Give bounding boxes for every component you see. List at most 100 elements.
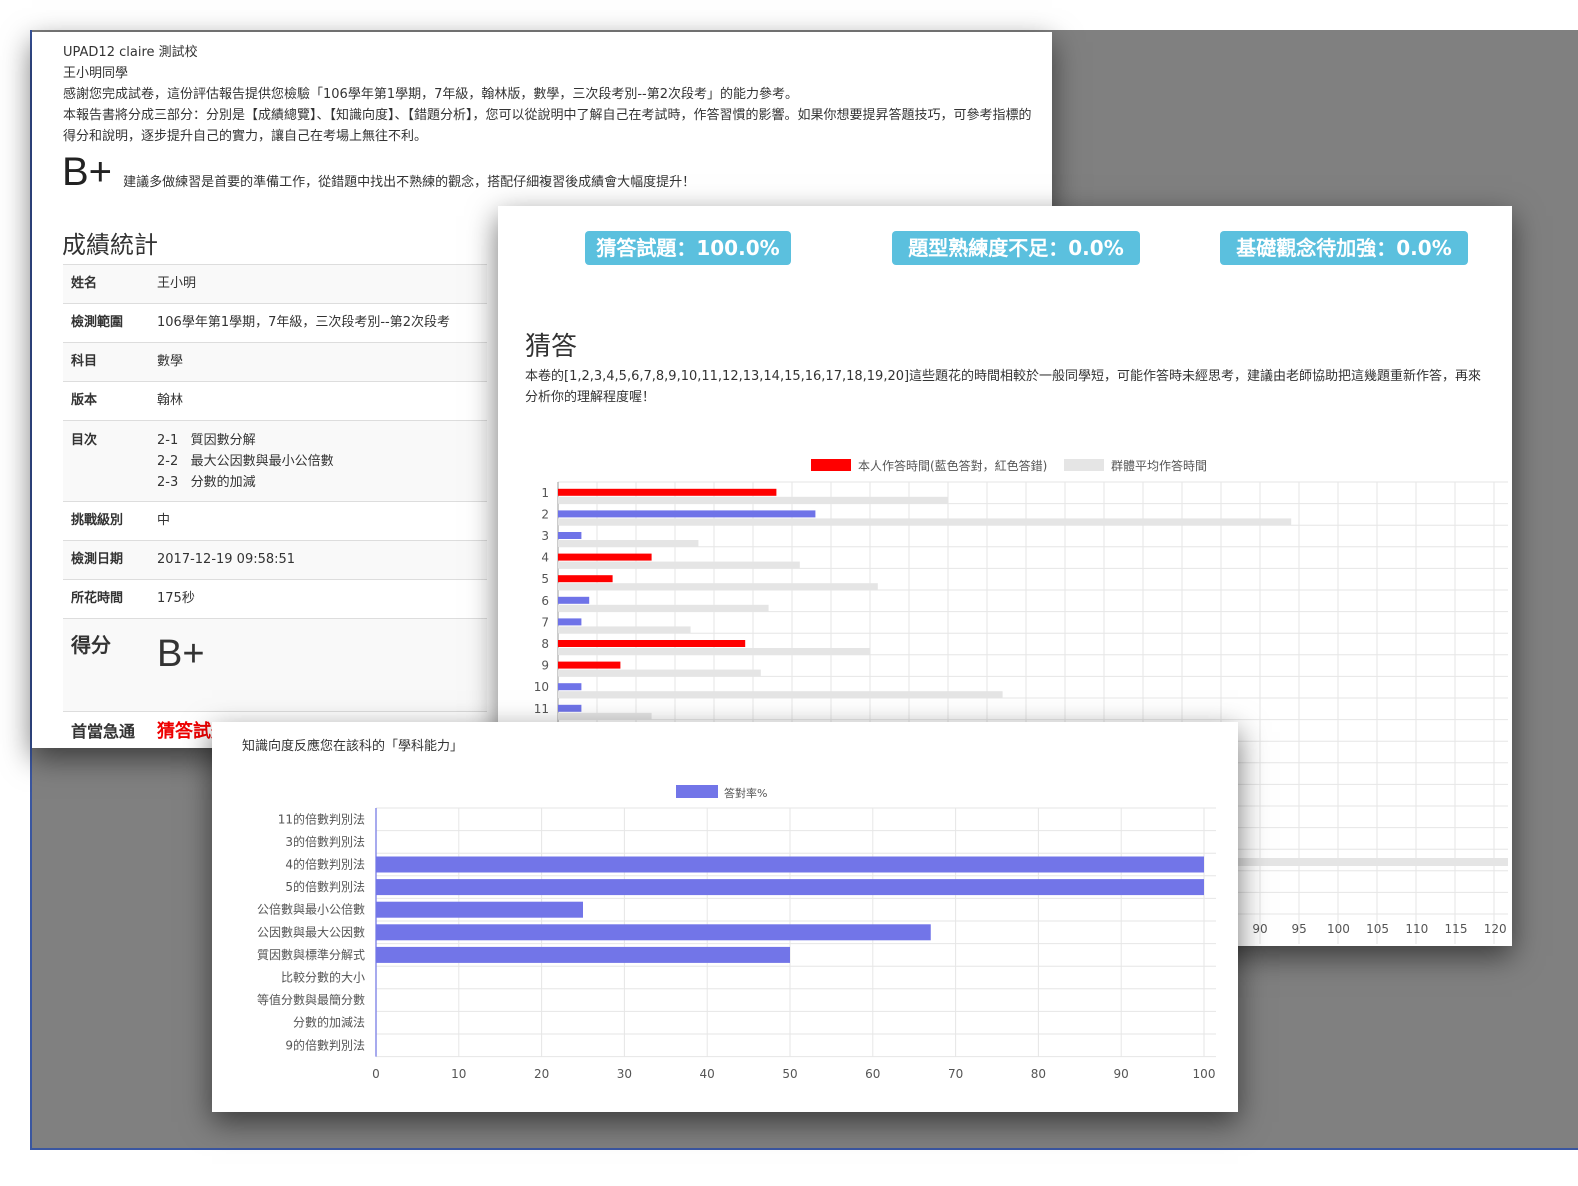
bar-own-time <box>558 532 582 539</box>
x-tick-label: 60 <box>865 1067 880 1081</box>
toc-title: 分數的加減 <box>190 475 256 490</box>
row-label: 首當急通 <box>63 711 149 748</box>
x-tick-label: 20 <box>534 1067 549 1081</box>
x-tick-label: 80 <box>1031 1067 1046 1081</box>
x-tick-label: 120 <box>1484 922 1507 936</box>
y-tick-label: 比較分數的大小 <box>281 970 365 985</box>
bar-average-time <box>558 691 1003 699</box>
toc-title: 最大公因數與最小公倍數 <box>190 454 334 469</box>
intro-text: 感謝您完成試卷，這份評估報告提供您檢驗「106學年第1學期，7年級，翰林版，數學… <box>63 87 799 102</box>
x-tick-label: 105 <box>1366 922 1389 936</box>
row-label: 挑戰級別 <box>63 501 149 541</box>
table-row: 得分 B+ <box>63 618 487 712</box>
bar-average-time <box>558 540 699 547</box>
bar-own-time <box>558 596 590 604</box>
table-row: 科目 數學 <box>63 342 487 382</box>
toc-num: 2-3 <box>157 475 179 490</box>
y-tick-label: 3 <box>541 529 549 543</box>
grade-summary: B+ 建議多做練習是首要的準備工作，從錯題中找出不熟練的觀念，搭配仔細複習後成績… <box>62 150 695 195</box>
bar-average-time <box>558 518 1292 526</box>
toc-item: 2-1 質因數分解 <box>157 430 479 451</box>
bar-correct-rate <box>376 901 583 918</box>
x-tick-label: 0 <box>372 1067 380 1081</box>
bar-correct-rate <box>376 946 790 963</box>
row-value: 106學年第1學期，7年級，三次段考別--第2次段考 <box>149 303 487 343</box>
x-tick-label: 30 <box>617 1067 632 1081</box>
table-row: 檢測範圍 106學年第1學期，7年級，三次段考別--第2次段考 <box>63 303 487 343</box>
row-value: 王小明 <box>149 264 487 304</box>
y-tick-label: 10 <box>534 680 549 694</box>
table-row: 姓名 王小明 <box>63 264 487 304</box>
x-tick-label: 115 <box>1445 922 1468 936</box>
table-row: 挑戰級別 中 <box>63 501 487 541</box>
legend-swatch <box>676 785 718 798</box>
grade-note: 建議多做練習是首要的準備工作，從錯題中找出不熟練的觀念，搭配仔細複習後成績會大幅… <box>123 175 696 190</box>
row-label: 姓名 <box>63 264 149 304</box>
bar-average-time <box>558 648 870 655</box>
stats-table: 姓名 王小明 檢測範圍 106學年第1學期，7年級，三次段考別--第2次段考 科… <box>63 264 487 748</box>
x-tick-label: 70 <box>948 1067 963 1081</box>
row-value: 175秒 <box>149 579 487 619</box>
bar-own-time <box>558 488 777 496</box>
bar-own-time <box>558 553 652 561</box>
x-tick-label: 40 <box>700 1067 715 1081</box>
y-tick-label: 分數的加減法 <box>293 1015 365 1030</box>
y-tick-label: 9的倍數判別法 <box>285 1037 365 1052</box>
y-tick-label: 等值分數與最簡分數 <box>257 992 365 1007</box>
legend-swatch-own <box>811 459 851 471</box>
x-tick-label: 100 <box>1193 1067 1216 1081</box>
bar-own-time <box>558 618 582 626</box>
legend-label-average: 群體平均作答時間 <box>1111 458 1207 473</box>
x-tick-label: 90 <box>1252 922 1267 936</box>
x-tick-label: 10 <box>451 1067 466 1081</box>
x-tick-label: 110 <box>1405 922 1428 936</box>
bar-own-time <box>558 683 582 691</box>
legend-swatch-average <box>1064 459 1104 471</box>
bar-average-time <box>558 669 761 677</box>
legend-label-own: 本人作答時間(藍色答對，紅色答錯) <box>858 458 1047 473</box>
y-tick-label: 11的倍數判別法 <box>278 811 365 826</box>
y-tick-label: 3的倍數判別法 <box>285 834 365 849</box>
bar-correct-rate <box>376 924 931 941</box>
intro-text-2: 本報告書將分成三部分：分別是【成績總覽】、【知識向度】、【錯題分析】，您可以從說… <box>63 108 1032 144</box>
toc-num: 2-2 <box>157 454 179 469</box>
bar-average-time <box>558 712 652 720</box>
bar-average-time <box>558 604 769 612</box>
y-tick-label: 6 <box>541 594 549 608</box>
grade-value: B+ <box>62 150 113 194</box>
knowledge-chart: 答對率% 0 10 20 30 40 50 60 70 80 90 100 11的倍數判別法 3的倍數判別… <box>257 785 1216 1081</box>
row-label: 檢測日期 <box>63 540 149 580</box>
y-tick-label: 4 <box>541 551 549 565</box>
table-row: 版本 翰林 <box>63 381 487 421</box>
y-tick-label: 2 <box>541 507 549 521</box>
y-tick-label: 公因數與最大公因數 <box>257 925 365 939</box>
report-header: UPAD12 claire 測試校 王小明同學 感謝您完成試卷，這份評估報告提供… <box>63 42 1038 147</box>
row-label: 得分 <box>63 618 149 712</box>
toc-title: 質因數分解 <box>190 433 256 448</box>
y-tick-label: 4的倍數判別法 <box>285 857 365 872</box>
y-tick-label: 5的倍數判別法 <box>285 879 365 894</box>
toc-num: 2-1 <box>157 433 179 448</box>
bar-average-time <box>558 583 878 591</box>
bar-correct-rate <box>376 879 1204 896</box>
row-label: 所花時間 <box>63 579 149 619</box>
y-tick-label: 5 <box>541 572 549 586</box>
row-label: 檢測範圍 <box>63 303 149 343</box>
toc-item: 2-3 分數的加減 <box>157 472 479 493</box>
row-value: 2017-12-19 09:58:51 <box>149 540 487 580</box>
x-tick-label: 50 <box>782 1067 797 1081</box>
legend-label: 答對率% <box>724 786 767 800</box>
x-tick-label: 90 <box>1114 1067 1129 1081</box>
bar-average-time <box>558 626 691 634</box>
row-label: 目次 <box>63 420 149 502</box>
row-label: 科目 <box>63 342 149 382</box>
table-row: 所花時間 175秒 <box>63 579 487 619</box>
y-tick-label: 1 <box>541 486 549 500</box>
bar-correct-rate <box>376 856 1204 873</box>
bar-average-time <box>558 561 800 569</box>
school-name: UPAD12 claire 測試校 <box>63 45 198 60</box>
row-value: 數學 <box>149 342 487 382</box>
y-tick-label: 公倍數與最小公倍數 <box>257 902 365 917</box>
table-row: 目次 2-1 質因數分解 2-2 最大公因數與最小公倍數 2-3 分數的加減 <box>63 420 487 502</box>
y-tick-label: 8 <box>541 637 549 651</box>
